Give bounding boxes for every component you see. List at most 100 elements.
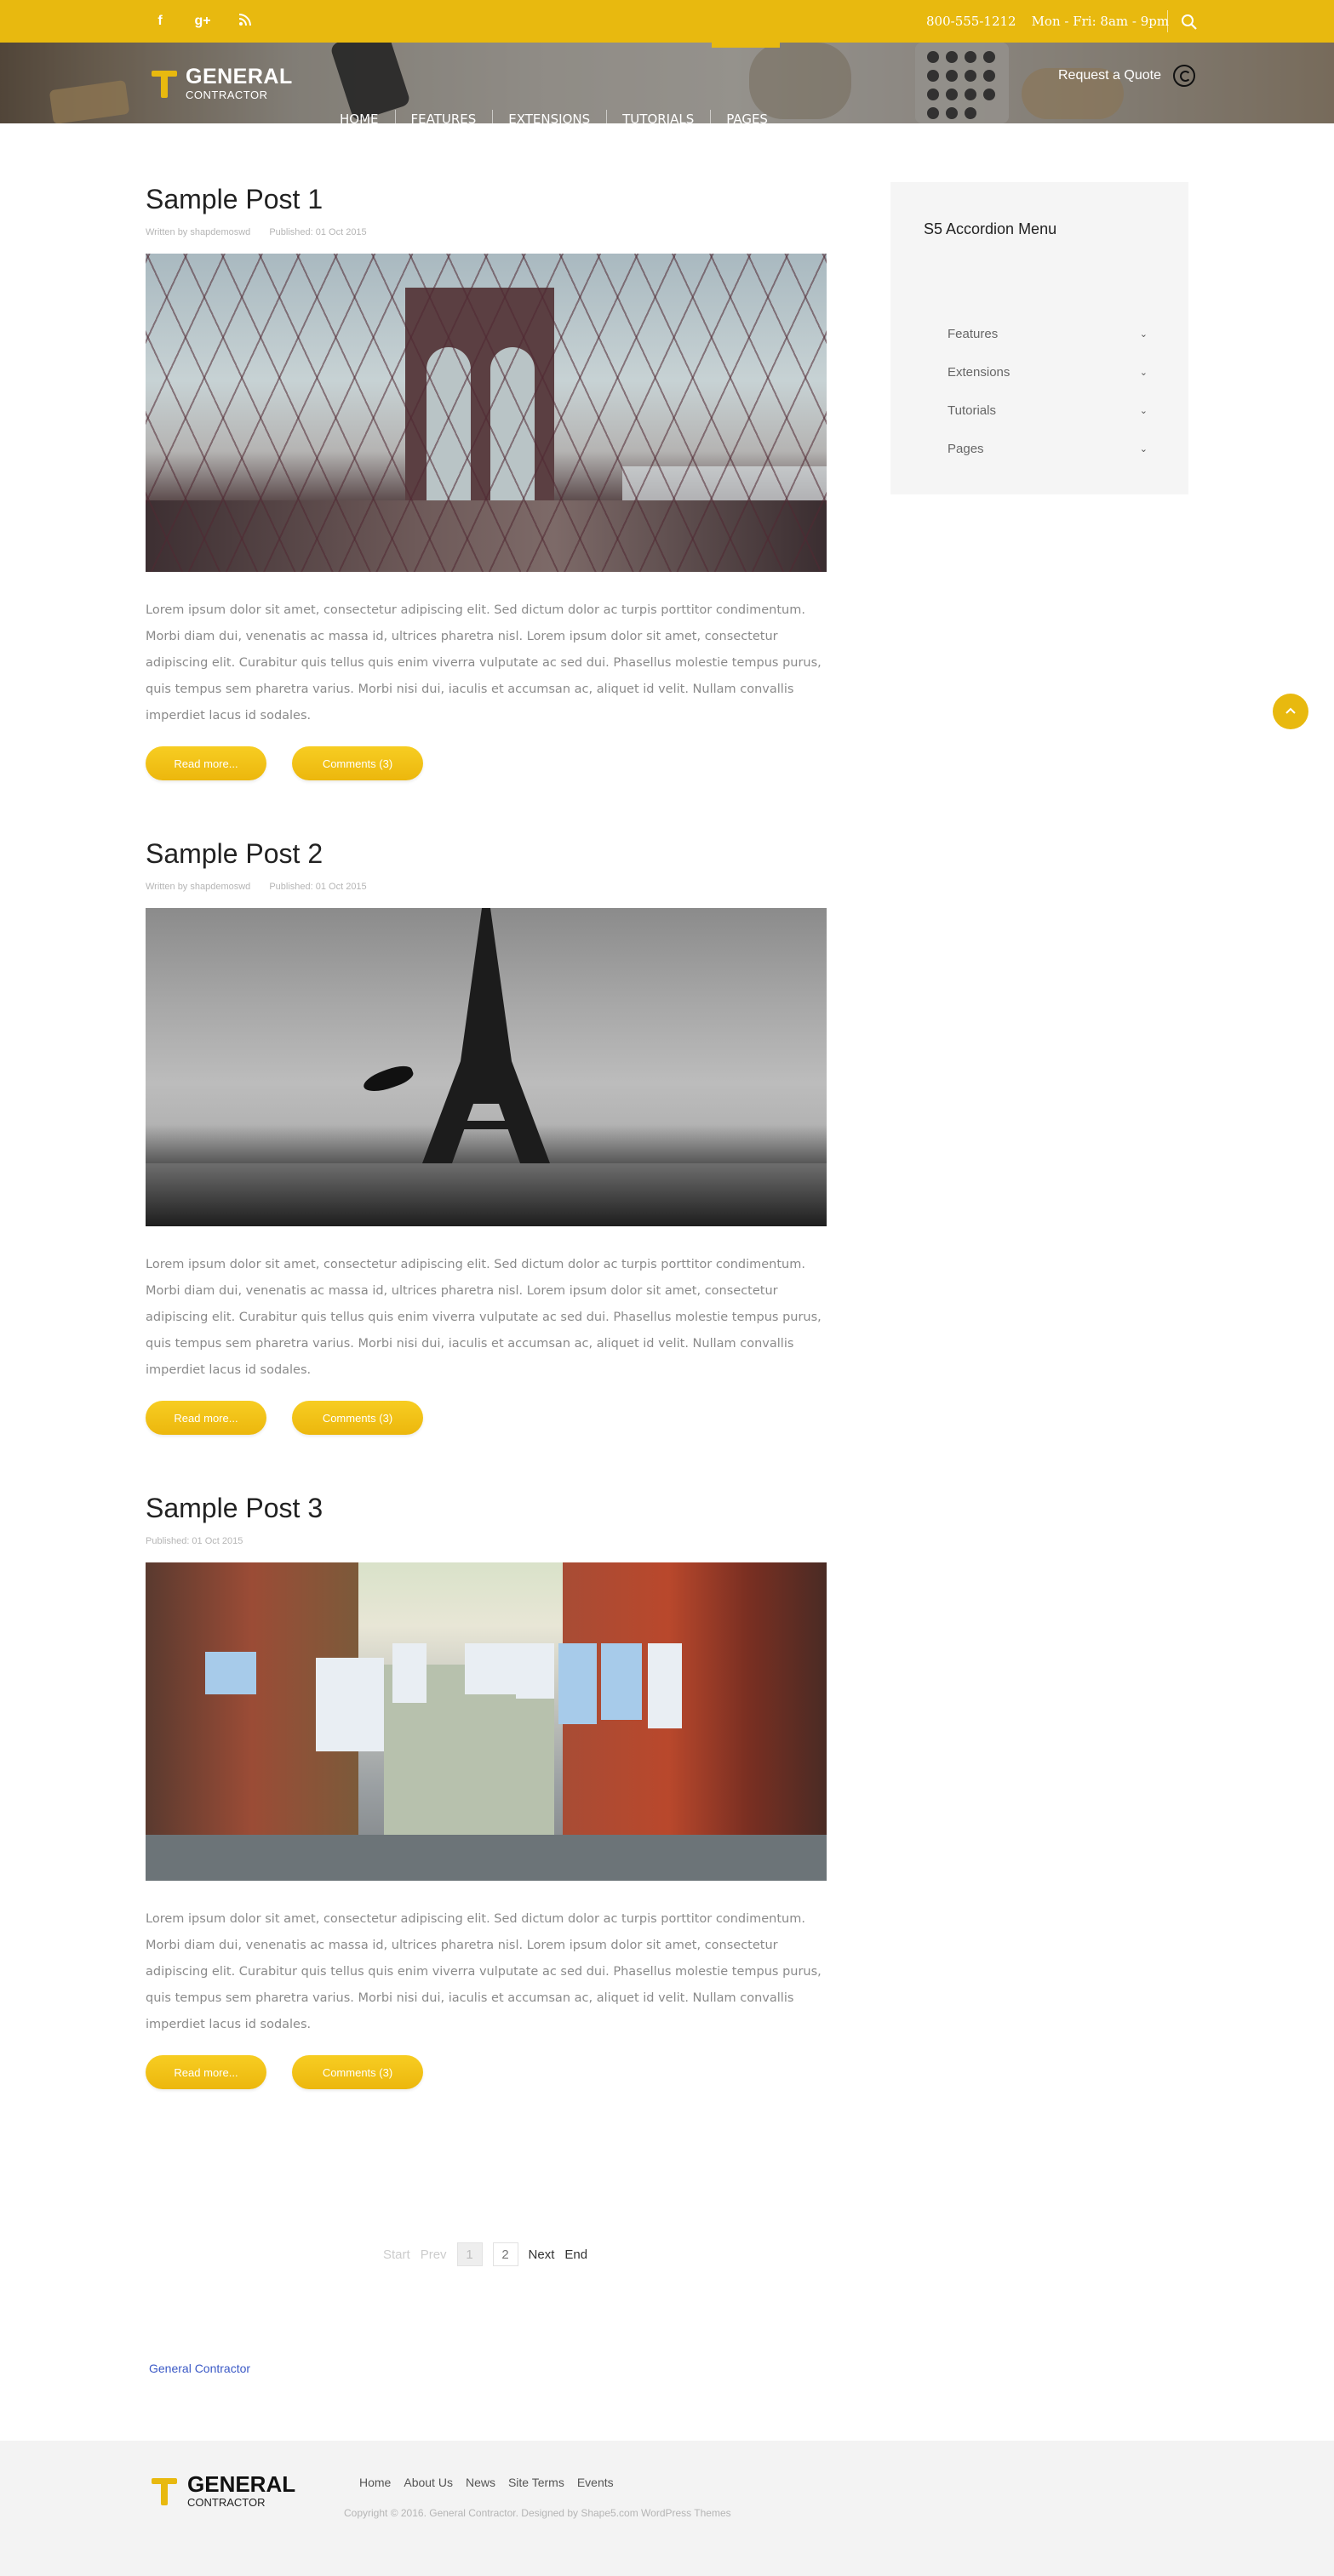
rss-icon[interactable] [237,13,254,31]
footer-links: Home About Us News Site Terms Events [359,2476,614,2489]
footer-link-home[interactable]: Home [359,2476,391,2489]
general-contractor-link[interactable]: General Contractor [149,2362,250,2375]
footer-logo[interactable]: GENERAL CONTRACTOR [152,2473,295,2508]
copyright-text: Copyright © 2016. General Contractor. De… [344,2507,731,2519]
image-laundry [316,1658,384,1751]
chevron-down-icon[interactable]: ⌄ [1140,405,1148,416]
post-actions: Read more... Comments (3) [146,746,827,780]
phone-number[interactable]: 800-555-1212 [926,14,1016,29]
blog-post: Sample Post 1 Written by shapdemoswd Pub… [146,184,827,780]
accordion-menu: Features ⌄ Extensions ⌄ Tutorials ⌄ Pages ⌄ [948,315,1148,468]
post-title[interactable]: Sample Post 1 [146,184,827,215]
nav-features[interactable]: FEATURES [394,110,493,123]
logo-t-icon [152,2475,177,2507]
post-actions: Read more... Comments (3) [146,1401,827,1435]
image-laundry [516,1643,554,1699]
chevron-up-icon [1285,707,1296,714]
post-excerpt: Lorem ipsum dolor sit amet, consectetur … [146,1912,822,2031]
pagination-next[interactable]: Next [529,2248,555,2262]
accordion-item-label: Tutorials [948,403,996,418]
read-more-button[interactable]: Read more... [146,2055,266,2089]
post-title[interactable]: Sample Post 3 [146,1493,827,1524]
footer-logo-subtitle: CONTRACTOR [187,2496,266,2509]
post-date: Published: 01 Oct 2015 [269,882,367,892]
footer-link-site-terms[interactable]: Site Terms [508,2476,564,2489]
chevron-down-icon[interactable]: ⌄ [1140,367,1148,378]
nav-tutorials[interactable]: TUTORIALS [606,110,710,123]
post-meta: Written by shapdemoswd Published: 01 Oct… [146,882,827,892]
image-laundry [601,1643,642,1720]
pagination-page[interactable]: 2 [492,2242,518,2266]
comments-button[interactable]: Comments (3) [292,1401,423,1435]
pagination-prev: Prev [420,2247,447,2262]
logo-t-icon [152,67,177,100]
read-more-button[interactable]: Read more... [146,746,266,780]
pagination-end[interactable]: End [564,2248,587,2262]
comments-button[interactable]: Comments (3) [292,2055,423,2089]
blog-post: Sample Post 3 Published: 01 Oct 2015 Lor… [146,1493,827,2089]
top-bar: f g+ 800-555-1212 Mon - Fri: 8am - 9pm [0,0,1334,43]
post-date: Published: 01 Oct 2015 [269,227,367,237]
main-nav: HOME FEATURES EXTENSIONS TUTORIALS PAGES [323,85,784,123]
nav-pages[interactable]: PAGES [710,110,784,123]
post-date: Published: 01 Oct 2015 [146,1536,243,1546]
post-excerpt: Lorem ipsum dolor sit amet, consectetur … [146,1258,822,1377]
nav-home[interactable]: HOME [323,111,395,123]
pagination-page-current: 1 [456,2242,483,2266]
sidebar-accordion-module: S5 Accordion Menu Features ⌄ Extensions ⌄ … [890,182,1188,494]
accordion-item-label: Pages [948,442,984,456]
image-ground [146,1835,827,1881]
post-image-bridge[interactable] [146,254,827,572]
nav-active-indicator [712,43,780,48]
image-laundry [392,1643,427,1703]
accordion-item-tutorials[interactable]: Tutorials ⌄ [948,391,1148,430]
site-logo[interactable]: GENERAL CONTRACTOR [152,62,293,105]
read-more-button[interactable]: Read more... [146,1401,266,1435]
accordion-item-label: Features [948,327,999,341]
post-actions: Read more... Comments (3) [146,2055,827,2089]
request-quote-label: Request a Quote [1058,68,1161,83]
chevron-down-icon[interactable]: ⌄ [1140,443,1148,454]
nav-extensions[interactable]: EXTENSIONS [492,110,606,123]
footer-logo-name: GENERAL [187,2471,296,2497]
pagination: Start Prev 1 2 Next End [383,2242,598,2267]
scroll-to-top-button[interactable] [1273,694,1308,729]
facebook-icon[interactable]: f [152,14,169,29]
post-image-eiffel[interactable] [146,908,827,1226]
post-title[interactable]: Sample Post 2 [146,838,827,870]
post-author: Written by shapdemoswd [146,882,251,892]
image-laundry [648,1643,682,1728]
social-links: f g+ [152,0,254,43]
business-hours: Mon - Fri: 8am - 9pm [1031,14,1170,29]
post-image-venice[interactable] [146,1562,827,1881]
post-author: Written by shapdemoswd [146,227,251,237]
image-building-right [563,1562,827,1881]
logo-subtitle: CONTRACTOR [186,89,268,101]
logo-name: GENERAL [186,65,293,89]
post-meta: Written by shapdemoswd Published: 01 Oct… [146,227,827,237]
accordion-item-label: Extensions [948,365,1011,380]
post-excerpt: Lorem ipsum dolor sit amet, consectetur … [146,603,822,723]
image-city [146,1163,827,1226]
accordion-item-pages[interactable]: Pages ⌄ [948,430,1148,468]
accordion-item-extensions[interactable]: Extensions ⌄ [948,353,1148,391]
footer-link-about[interactable]: About Us [404,2476,453,2489]
chevron-down-icon[interactable]: ⌄ [1140,328,1148,340]
image-cables [146,254,827,572]
comments-button[interactable]: Comments (3) [292,746,423,780]
google-plus-icon[interactable]: g+ [194,14,211,29]
accordion-item-features[interactable]: Features ⌄ [948,315,1148,353]
footer-link-events[interactable]: Events [577,2476,614,2489]
footer-link-news[interactable]: News [466,2476,495,2489]
request-quote-link[interactable]: Request a Quote [1058,65,1195,87]
blog-post: Sample Post 2 Written by shapdemoswd Pub… [146,838,827,1435]
pagination-start: Start [383,2247,410,2262]
topbar-divider [1167,10,1168,32]
contact-info: 800-555-1212 Mon - Fri: 8am - 9pm [926,0,1169,43]
image-laundry [558,1643,597,1724]
whatsapp-icon [1172,65,1195,87]
search-icon[interactable] [1180,13,1199,31]
post-meta: Published: 01 Oct 2015 [146,1536,827,1546]
image-laundry [205,1652,256,1694]
sidebar-title: S5 Accordion Menu [924,220,1057,237]
